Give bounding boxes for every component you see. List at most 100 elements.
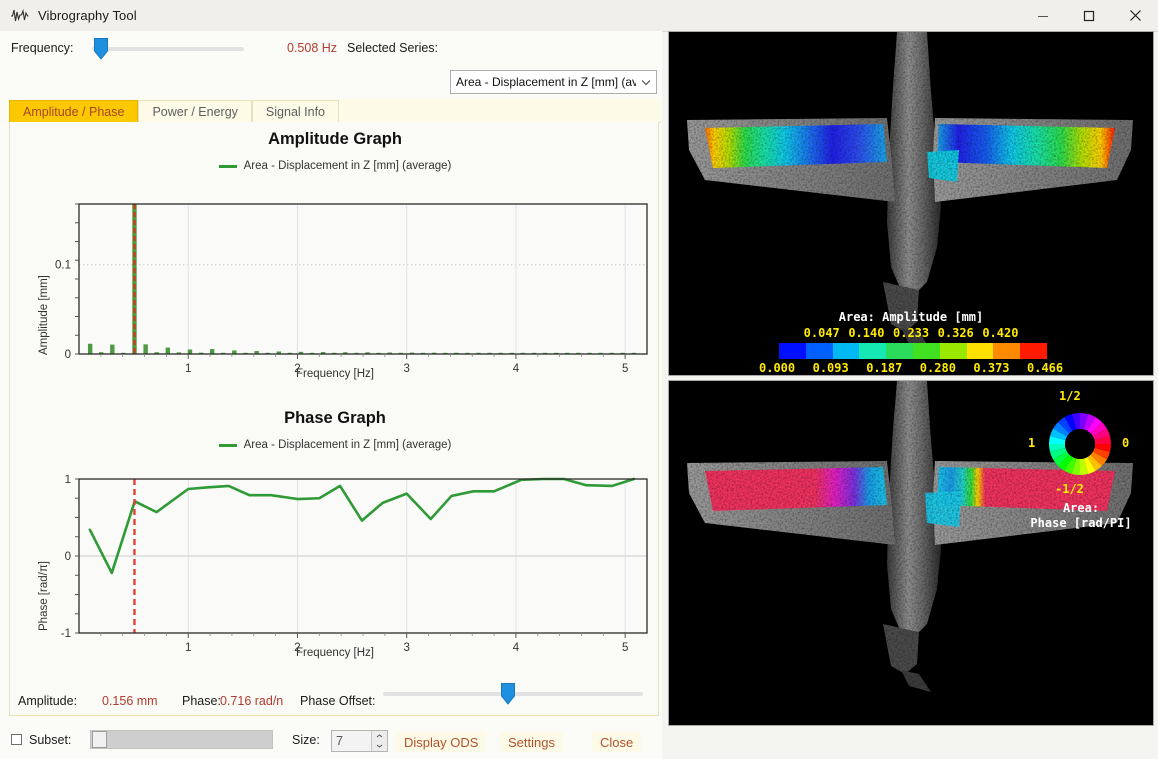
phase-wheel-caption-line2: Phase [rad/PI] [1009,516,1153,530]
chevron-down-icon [636,79,656,86]
colorbar-upper-tick: 0.326 [938,326,974,340]
colorbar-segment-8 [993,343,1020,359]
tab-strip-filler [339,99,661,123]
phase-3d-view[interactable]: 1/2 0 1 -1/2 Area: Phase [rad/PI] [668,380,1154,726]
amplitude-graph-title: Amplitude Graph [10,130,660,149]
colorbar-segment-7 [967,343,994,359]
colorbar-segment-4 [886,343,913,359]
window-buttons [1020,0,1158,31]
colorbar-segment-0 [779,343,806,359]
svg-text:0.1: 0.1 [55,260,71,272]
phase-plot-area[interactable]: Phase [rad/π] -10112345 Frequency [Hz] [10,451,660,681]
tab-signal-info[interactable]: Signal Info [252,100,339,123]
colorbar-lower-tick: 0.280 [920,361,956,375]
phase-offset-label: Phase Offset: [300,694,376,708]
legend-swatch [219,165,237,168]
tab-label: Power / Energy [152,105,237,119]
wheel-label-right: 0 [1122,436,1129,450]
size-stepper-buttons [371,731,387,751]
phase-chart-svg: -10112345 [10,475,660,671]
phase-graph-title: Phase Graph [10,409,660,428]
phase-graph: Phase Graph Area - Displacement in Z [mm… [10,409,660,681]
stepper-down-icon[interactable] [372,741,387,751]
svg-text:0: 0 [65,349,71,361]
frequency-label: Frequency: [11,41,74,55]
tab-label: Signal Info [266,105,325,119]
colorbar-lower-tick: 0.093 [813,361,849,375]
phase-x-axis-label: Frequency [Hz] [10,647,660,659]
frequency-slider[interactable] [92,47,244,51]
colorbar-segment-6 [940,343,967,359]
selected-series-dropdown[interactable]: Area - Displacement in Z [mm] (av [450,70,657,94]
amplitude-readout-label: Amplitude: [18,694,77,708]
phase-graph-legend: Area - Displacement in Z [mm] (average) [10,439,660,451]
phase-readout-label: Phase: [182,694,221,708]
close-icon [1129,9,1142,22]
colorbar-segment-3 [859,343,886,359]
colorbar-segment-2 [833,343,860,359]
display-ods-button[interactable]: Display ODS [396,732,486,752]
colorbar-segment-9 [1020,343,1047,359]
minimize-icon [1037,10,1049,22]
close-dialog-button[interactable]: Close [592,732,641,752]
tab-label: Amplitude / Phase [23,105,124,119]
amplitude-x-axis-label: Frequency [Hz] [10,368,660,380]
subset-slider-thumb[interactable] [92,731,107,748]
size-stepper[interactable]: 7 [331,730,388,752]
wheel-label-left: 1 [1028,436,1035,450]
wheel-label-bottom: -1/2 [1055,482,1084,496]
phase-offset-slider[interactable] [383,692,643,696]
colorbar-upper-tick: 0.140 [848,326,884,340]
colorbar-lower-tick: 0.373 [973,361,1009,375]
settings-button[interactable]: Settings [500,732,563,752]
tab-amplitude-phase[interactable]: Amplitude / Phase [9,100,138,123]
size-label: Size: [292,733,320,747]
amplitude-readout-value: 0.156 mm [102,694,158,708]
waveform-icon [10,8,29,23]
colorbar-lower-tick: 0.000 [759,361,795,375]
subset-slider[interactable] [90,730,273,749]
phase-offset-slider-thumb[interactable] [501,683,515,705]
minimize-button[interactable] [1020,0,1066,31]
selected-series-value: Area - Displacement in Z [mm] (av [451,75,636,89]
svg-text:0: 0 [65,551,71,563]
legend-swatch [219,444,237,447]
control-bar: Frequency: 0.508 Hz Selected Series: [0,31,662,65]
colorbar-segment-5 [913,343,940,359]
colorbar-upper-tick: 0.420 [982,326,1018,340]
maximize-button[interactable] [1066,0,1112,31]
selected-series-label: Selected Series: [347,41,438,55]
stepper-up-icon[interactable] [372,731,387,741]
colorbar-upper-tick: 0.233 [893,326,929,340]
frequency-slider-thumb[interactable] [94,38,108,60]
tab-panel-amplitude-phase: Amplitude Graph Area - Displacement in Z… [9,122,659,694]
title-bar-left: Vibrography Tool [10,0,137,31]
wheel-label-top: 1/2 [1059,389,1081,403]
phase-color-wheel-icon [1043,407,1117,481]
vibrography-tool-window: Vibrography Tool Frequency: 0.508 Hz [0,0,1158,728]
legend-label: Area - Displacement in Z [mm] (average) [244,439,452,451]
amplitude-colorbar [779,343,1047,359]
close-button[interactable] [1112,0,1158,31]
amplitude-3d-view[interactable]: Area: Amplitude [mm] 0.0470.1400.2330.32… [668,31,1154,376]
svg-text:1: 1 [65,475,71,486]
amplitude-plot-area[interactable]: Amplitude [mm] 00.112345 Frequency [Hz] [10,172,660,392]
tab-power-energy[interactable]: Power / Energy [138,100,251,123]
maximize-icon [1083,10,1095,22]
window-title: Vibrography Tool [38,8,137,23]
phase-readout-value: 0.716 rad/n [220,694,283,708]
readout-bar: Amplitude: 0.156 mm Phase: 0.716 rad/n P… [9,686,659,716]
frequency-value: 0.508 Hz [287,41,337,55]
colorbar-lower-tick: 0.466 [1027,361,1063,375]
colorbar-lower-tick: 0.187 [866,361,902,375]
amplitude-graph-legend: Area - Displacement in Z [mm] (average) [10,160,660,172]
subset-checkbox[interactable] [11,734,22,745]
left-panel: Frequency: 0.508 Hz Selected Series: Are… [0,31,662,728]
title-bar: Vibrography Tool [0,0,1158,32]
amplitude-graph: Amplitude Graph Area - Displacement in Z… [10,130,660,392]
svg-text:-1: -1 [61,628,71,640]
size-value: 7 [332,731,371,751]
amplitude-colorbar-title: Area: Amplitude [mm] [669,310,1153,324]
subset-label: Subset: [29,733,71,747]
phase-wheel-caption-line1: Area: [1009,501,1153,515]
